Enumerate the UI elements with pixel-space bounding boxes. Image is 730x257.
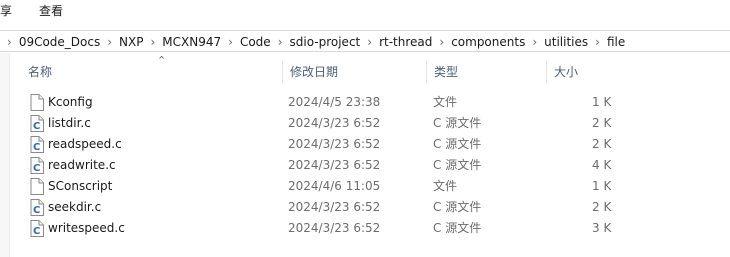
file-size: 3 K bbox=[592, 221, 612, 235]
column-header-type[interactable]: 类型 bbox=[426, 57, 546, 87]
breadcrumb-item-components[interactable]: components bbox=[449, 35, 527, 49]
file-row[interactable]: C seekdir.c 2024/3/23 6:52 C 源文件 2 K bbox=[10, 197, 730, 218]
breadcrumb-item-09code-docs[interactable]: 09Code_Docs bbox=[17, 35, 102, 49]
file-size: 2 K bbox=[592, 116, 612, 130]
file-list: ⌃ 名称 修改日期 类型 大小 Kconfig 2024/4/5 23:38 文… bbox=[0, 53, 730, 257]
chevron-right-icon[interactable]: › bbox=[102, 35, 117, 49]
file-type: C 源文件 bbox=[433, 137, 482, 151]
file-name: Kconfig bbox=[48, 95, 93, 109]
file-name: writespeed.c bbox=[48, 221, 125, 235]
column-header-size[interactable]: 大小 bbox=[546, 57, 730, 87]
c-source-file-icon: C bbox=[30, 157, 44, 174]
file-name: readwrite.c bbox=[48, 158, 116, 172]
c-source-file-icon: C bbox=[30, 115, 44, 132]
svg-text:C: C bbox=[33, 226, 40, 237]
file-row[interactable]: C readspeed.c 2024/3/23 6:52 C 源文件 2 K bbox=[10, 134, 730, 155]
svg-text:C: C bbox=[33, 205, 40, 216]
file-name: SConscript bbox=[48, 179, 113, 193]
column-header-row: ⌃ 名称 修改日期 类型 大小 bbox=[10, 54, 730, 87]
file-row[interactable]: SConscript 2024/4/6 11:05 文件 1 K bbox=[10, 176, 730, 197]
column-header-name[interactable]: 名称 bbox=[20, 57, 282, 87]
file-size: 1 K bbox=[592, 179, 612, 193]
file-date: 2024/4/6 11:05 bbox=[288, 179, 381, 193]
navigation-pane-edge bbox=[0, 53, 10, 257]
file-row[interactable]: Kconfig 2024/4/5 23:38 文件 1 K bbox=[10, 92, 730, 113]
address-bar[interactable]: › 09Code_Docs › NXP › MCXN947 › Code › s… bbox=[0, 30, 730, 52]
ribbon-menu: 享 查看 bbox=[0, 0, 730, 22]
chevron-right-icon[interactable]: › bbox=[273, 35, 288, 49]
generic-file-icon bbox=[30, 178, 44, 195]
file-date: 2024/3/23 6:52 bbox=[288, 116, 381, 130]
c-source-file-icon: C bbox=[30, 136, 44, 153]
svg-text:C: C bbox=[33, 163, 40, 174]
breadcrumb-item-code[interactable]: Code bbox=[238, 35, 273, 49]
chevron-right-icon[interactable]: › bbox=[590, 35, 605, 49]
breadcrumb-item-nxp[interactable]: NXP bbox=[117, 35, 145, 49]
file-row[interactable]: C listdir.c 2024/3/23 6:52 C 源文件 2 K bbox=[10, 113, 730, 134]
file-type: 文件 bbox=[433, 95, 458, 109]
generic-file-icon bbox=[30, 94, 44, 111]
file-row[interactable]: C readwrite.c 2024/3/23 6:52 C 源文件 4 K bbox=[10, 155, 730, 176]
file-date: 2024/3/23 6:52 bbox=[288, 200, 381, 214]
column-header-date[interactable]: 修改日期 bbox=[282, 57, 426, 87]
breadcrumb-item-rt-thread[interactable]: rt-thread bbox=[377, 35, 434, 49]
ribbon-share-tab[interactable]: 享 bbox=[0, 3, 12, 19]
file-size: 4 K bbox=[592, 158, 612, 172]
breadcrumb-item-mcxn947[interactable]: MCXN947 bbox=[160, 35, 223, 49]
chevron-right-icon[interactable]: › bbox=[527, 35, 542, 49]
chevron-right-icon[interactable]: › bbox=[434, 35, 449, 49]
file-size: 2 K bbox=[592, 200, 612, 214]
chevron-right-icon: › bbox=[7, 35, 12, 49]
c-source-file-icon: C bbox=[30, 220, 44, 237]
svg-text:C: C bbox=[33, 142, 40, 153]
file-name: seekdir.c bbox=[48, 200, 102, 214]
file-row[interactable]: C writespeed.c 2024/3/23 6:52 C 源文件 3 K bbox=[10, 218, 730, 239]
file-date: 2024/3/23 6:52 bbox=[288, 158, 381, 172]
chevron-right-icon[interactable]: › bbox=[223, 35, 238, 49]
file-size: 1 K bbox=[592, 95, 612, 109]
svg-text:C: C bbox=[33, 121, 40, 132]
file-date: 2024/3/23 6:52 bbox=[288, 137, 381, 151]
breadcrumb-item-sdio-project[interactable]: sdio-project bbox=[288, 35, 363, 49]
file-name: readspeed.c bbox=[48, 137, 122, 151]
file-rows: Kconfig 2024/4/5 23:38 文件 1 K C listdir.… bbox=[10, 92, 730, 239]
breadcrumb: › 09Code_Docs › NXP › MCXN947 › Code › s… bbox=[2, 33, 627, 51]
file-date: 2024/3/23 6:52 bbox=[288, 221, 381, 235]
file-type: C 源文件 bbox=[433, 200, 482, 214]
file-date: 2024/4/5 23:38 bbox=[288, 95, 381, 109]
ribbon-view-tab[interactable]: 查看 bbox=[39, 3, 63, 19]
breadcrumb-item-utilities[interactable]: utilities bbox=[542, 35, 590, 49]
c-source-file-icon: C bbox=[30, 199, 44, 216]
file-name: listdir.c bbox=[48, 116, 91, 130]
file-type: 文件 bbox=[433, 179, 458, 193]
breadcrumb-item-file[interactable]: file bbox=[605, 35, 627, 49]
file-type: C 源文件 bbox=[433, 221, 482, 235]
file-type: C 源文件 bbox=[433, 116, 482, 130]
file-type: C 源文件 bbox=[433, 158, 482, 172]
chevron-right-icon[interactable]: › bbox=[362, 35, 377, 49]
chevron-right-icon[interactable]: › bbox=[145, 35, 160, 49]
file-size: 2 K bbox=[592, 137, 612, 151]
